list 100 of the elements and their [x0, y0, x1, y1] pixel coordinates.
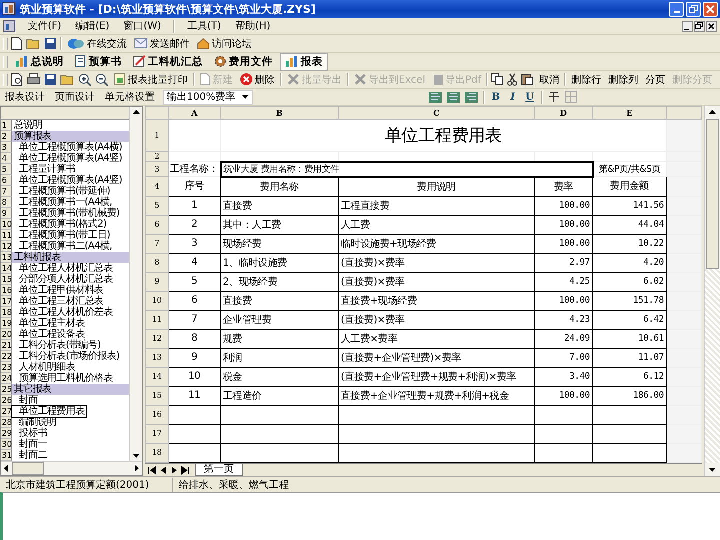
tree-item[interactable]: 工料分析表(市场价报表) — [12, 351, 129, 362]
scissors-icon[interactable] — [507, 73, 518, 86]
tree-item[interactable]: 人材机明细表 — [12, 362, 129, 373]
tree-item[interactable]: 预算选用工料机价格表 — [12, 373, 129, 384]
tree-item[interactable]: 工程概预算书(格式2) — [12, 219, 129, 230]
zoom-in-icon[interactable] — [78, 72, 92, 86]
tree-item[interactable]: 预算报表 — [12, 131, 129, 142]
format-button[interactable]: B — [490, 92, 502, 102]
column-header[interactable]: A — [168, 106, 220, 120]
tree-item[interactable]: 工料机报表 — [12, 252, 129, 263]
zoom-out-icon[interactable] — [95, 72, 109, 86]
horizontal-scrollbar[interactable] — [1, 461, 142, 475]
tree-item[interactable]: 封面一 — [12, 439, 129, 450]
tree-item[interactable]: 单位工程甲供材料表 — [12, 285, 129, 296]
save-icon[interactable] — [44, 73, 57, 86]
tree-item[interactable]: 单位工程三材汇总表 — [12, 296, 129, 307]
toolbar-button[interactable]: 访问论坛 — [195, 36, 254, 52]
row-header[interactable]: 6 — [146, 215, 168, 234]
toolbar-button[interactable]: 分页 — [643, 72, 668, 88]
tree-item[interactable]: 封面 — [12, 395, 129, 406]
last-page-icon[interactable] — [181, 466, 190, 474]
tree-item[interactable]: 单位工程设备表 — [12, 329, 129, 340]
open-folder-icon[interactable] — [26, 37, 41, 50]
next-page-icon[interactable] — [170, 466, 179, 474]
strikethrough-icon[interactable] — [548, 91, 560, 103]
tree-item[interactable]: 工料分析表(带编号) — [12, 340, 129, 351]
align-left-icon[interactable] — [429, 92, 442, 102]
tree-item[interactable]: 单位工程概预算表(A4竖) — [12, 153, 129, 164]
table-cell[interactable]: 筑业大厦 费用名称：费用文件 — [220, 162, 592, 176]
close-button[interactable] — [703, 2, 718, 16]
tree-item[interactable]: 工程概预算书(带机械费) — [12, 208, 129, 219]
row-header[interactable]: 4 — [146, 176, 168, 196]
new-file-icon[interactable] — [11, 36, 23, 50]
column-header[interactable]: D — [534, 106, 592, 120]
column-header[interactable]: B — [220, 106, 338, 120]
tree-item[interactable]: 单位工程费用表 — [12, 406, 86, 417]
tree-item[interactable]: 工程概预算书一(A4横, — [12, 197, 129, 208]
clipboard-icon[interactable] — [521, 73, 534, 86]
menu-item[interactable]: 页面设计 — [53, 90, 97, 104]
menu-item[interactable]: 编辑(E) — [74, 19, 112, 33]
vertical-scrollbar[interactable] — [704, 106, 720, 476]
row-header[interactable]: 15 — [146, 386, 168, 405]
print-preview-icon[interactable] — [11, 72, 24, 86]
copy-icon[interactable] — [491, 73, 504, 86]
menu-item[interactable]: 报表设计 — [3, 90, 47, 104]
toolbar-button[interactable]: 删除 — [238, 72, 277, 88]
align-center-icon[interactable] — [447, 92, 460, 102]
previous-page-icon[interactable] — [159, 466, 168, 474]
tree-item[interactable]: 分部分项人材机汇总表 — [12, 274, 129, 285]
menu-item[interactable]: 帮助(H) — [233, 19, 273, 33]
tree-item[interactable]: 封面二 — [12, 450, 129, 461]
menu-item[interactable]: 窗口(W) — [122, 19, 164, 33]
close-icon[interactable] — [706, 20, 717, 32]
row-header[interactable]: 2 — [146, 152, 168, 162]
tree-item[interactable]: 工程概预算书(带工日) — [12, 230, 129, 241]
menu-item[interactable]: 工具(T) — [185, 19, 224, 33]
printer-icon[interactable] — [27, 73, 41, 86]
tree-item[interactable]: 其它报表 — [12, 384, 129, 395]
row-header[interactable]: 11 — [146, 310, 168, 329]
toolbar-button[interactable]: 取消 — [537, 72, 562, 88]
tree-item[interactable]: 单位工程主材表 — [12, 318, 129, 329]
module-tab[interactable]: 总说明 — [11, 54, 68, 70]
restore-icon[interactable] — [694, 20, 705, 32]
format-button[interactable]: U — [524, 92, 536, 102]
module-tab[interactable]: 工料机汇总 — [129, 54, 207, 70]
open-folder-icon[interactable] — [60, 73, 75, 86]
tree-item[interactable]: 单位工程概预算表(A4横) — [12, 142, 129, 153]
minimize-icon[interactable] — [682, 20, 693, 32]
rate-dropdown[interactable]: 输出100%费率 — [163, 90, 253, 104]
toolbar-button[interactable]: 报表批量打印 — [112, 72, 190, 88]
toolbar-button[interactable]: 发送邮件 — [132, 36, 192, 52]
align-right-icon[interactable] — [465, 92, 478, 102]
tree-item[interactable]: 工程概预算书(带延伸) — [12, 186, 129, 197]
module-tab[interactable]: 预算书 — [71, 54, 126, 70]
menu-item[interactable]: 文件(F) — [26, 19, 64, 33]
row-header[interactable]: 9 — [146, 272, 168, 291]
row-header[interactable]: 13 — [146, 348, 168, 367]
row-header[interactable]: 12 — [146, 329, 168, 348]
tree-item[interactable]: 工程概预算书二(A4横, — [12, 241, 129, 252]
toolbar-button[interactable]: 删除行 — [569, 72, 604, 88]
module-tab[interactable]: 费用文件 — [210, 54, 277, 70]
row-header[interactable]: 14 — [146, 367, 168, 386]
restore-button[interactable] — [686, 2, 701, 16]
row-header[interactable]: 16 — [146, 405, 168, 424]
tree-item[interactable]: 总说明 — [12, 120, 129, 131]
vertical-scrollbar[interactable] — [129, 107, 142, 461]
tree-item[interactable]: 单位工程人材机价差表 — [12, 307, 129, 318]
first-page-icon[interactable] — [148, 466, 157, 474]
row-header[interactable]: 10 — [146, 291, 168, 310]
row-header[interactable]: 17 — [146, 424, 168, 443]
tree-item[interactable]: 投标书 — [12, 428, 129, 439]
tree-item[interactable]: 单位工程概预算表(A4竖) — [12, 175, 129, 186]
module-tab[interactable]: 报表 — [280, 52, 328, 70]
row-header[interactable]: 18 — [146, 443, 168, 462]
row-header[interactable]: 8 — [146, 253, 168, 272]
menu-item[interactable]: 单元格设置 — [103, 90, 157, 104]
minimize-button[interactable] — [669, 2, 684, 16]
column-header[interactable]: E — [592, 106, 666, 120]
row-header[interactable]: 5 — [146, 196, 168, 215]
row-header[interactable]: 3 — [146, 162, 168, 176]
